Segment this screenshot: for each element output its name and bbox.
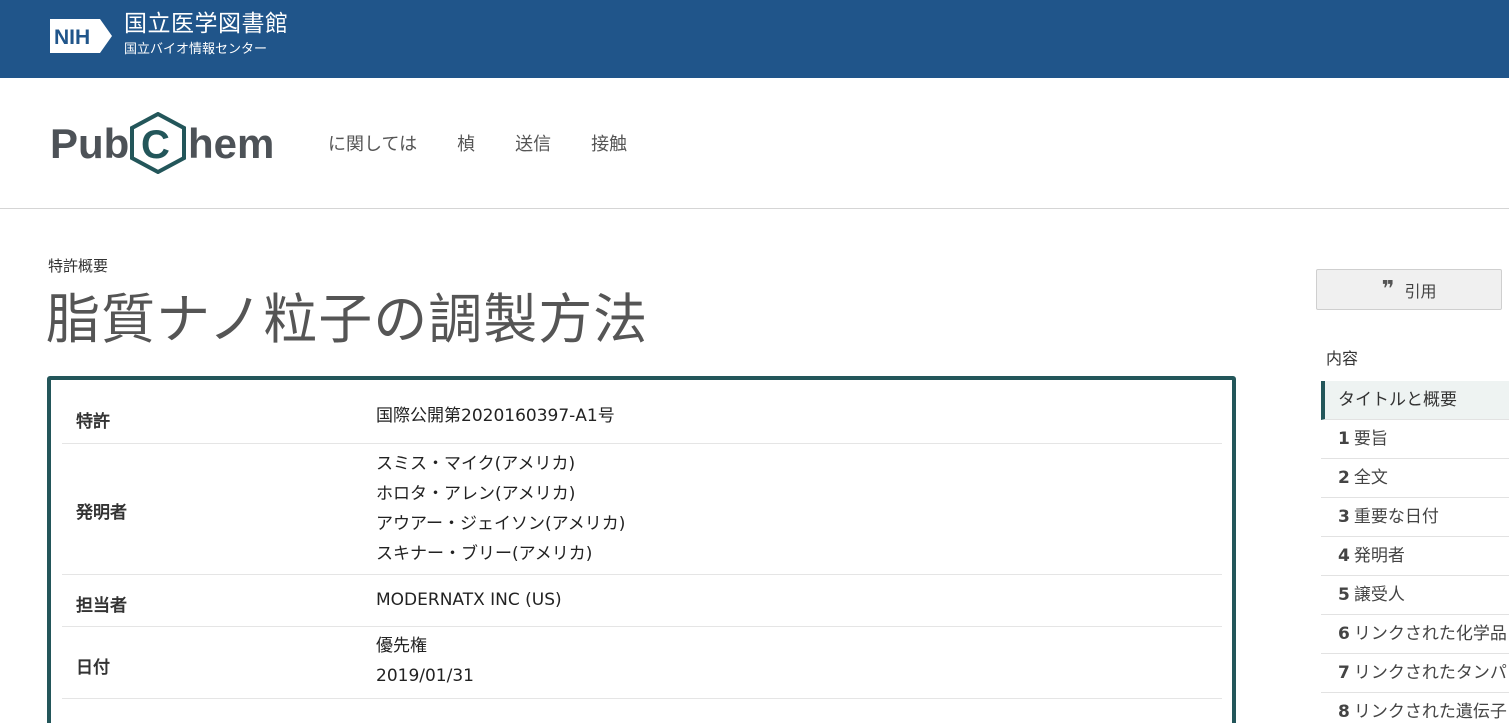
priority-date: 2019/01/31 xyxy=(376,666,474,686)
cite-button[interactable]: ❞ 引用 xyxy=(1316,269,1502,310)
toc-item-number: 6 xyxy=(1338,624,1350,644)
toc-item-number: 2 xyxy=(1338,468,1350,488)
assignee-value[interactable]: MODERNATX INC (US) xyxy=(376,585,562,615)
patent-label: 特許 xyxy=(76,412,110,432)
priority-label: 優先権 xyxy=(376,636,427,656)
inventor-name[interactable]: ホロタ・アレン(アメリカ) xyxy=(376,479,625,509)
assignee-label: 担当者 xyxy=(76,596,127,616)
toc-item-number: 4 xyxy=(1338,546,1350,566)
nih-banner: NIH 国立医学図書館 国立バイオ情報センター xyxy=(0,0,1509,78)
summary-row-inventors: 発明者 スミス・マイク(アメリカ) ホロタ・アレン(アメリカ) アウアー・ジェイ… xyxy=(62,444,1222,575)
toc-item-number: 3 xyxy=(1338,507,1350,527)
nav-item-2[interactable]: 楨 xyxy=(457,134,475,156)
pubchem-logo[interactable]: Pub C hem xyxy=(50,112,286,174)
toc-item-number: 8 xyxy=(1338,702,1350,722)
record-type-label: 特許概要 xyxy=(48,257,109,275)
toc-item-number: 1 xyxy=(1338,429,1350,449)
nav-about[interactable]: に関しては xyxy=(328,134,417,156)
main-nav: に関しては 楨 送信 接触 xyxy=(328,134,667,156)
toc-item-important-dates[interactable]: 3 重要な日付 xyxy=(1321,498,1509,537)
toc-item-number: 5 xyxy=(1338,585,1350,605)
inventor-name[interactable]: スキナー・ブリー(アメリカ) xyxy=(376,539,625,569)
svg-text:hem: hem xyxy=(188,120,274,167)
toc-item-label: リンクされた遺伝子 xyxy=(1353,702,1507,722)
dates-label: 日付 xyxy=(76,658,110,678)
toc-item-abstract[interactable]: 1 要旨 xyxy=(1321,420,1509,459)
table-of-contents: タイトルと概要 1 要旨 2 全文 3 重要な日付 4 発明者 5 譲受人 6 リンクされた… xyxy=(1321,381,1509,723)
nav-contact[interactable]: 接触 xyxy=(591,134,627,156)
toc-item-linked-genes[interactable]: 8 リンクされた遺伝子 xyxy=(1321,693,1509,723)
toc-item-linked-chemicals[interactable]: 6 リンクされた化学品 xyxy=(1321,615,1509,654)
pubchem-header: Pub C hem に関しては 楨 送信 接触 xyxy=(0,78,1509,209)
toc-item-inventors[interactable]: 4 発明者 xyxy=(1321,537,1509,576)
summary-row-patent: 特許 国際公開第2020160397-A1号 xyxy=(62,391,1222,444)
dates-values: 優先権 2019/01/31 xyxy=(376,631,474,691)
toc-item-number: 7 xyxy=(1338,663,1350,683)
toc-item-label: リンクされたタンパ xyxy=(1353,663,1507,683)
summary-row-assignee: 担当者 MODERNATX INC (US) xyxy=(62,575,1222,627)
patent-value[interactable]: 国際公開第2020160397-A1号 xyxy=(376,401,615,431)
svg-text:NIH: NIH xyxy=(54,26,90,49)
toc-item-linked-proteins[interactable]: 7 リンクされたタンパ xyxy=(1321,654,1509,693)
toc-item-label: 重要な日付 xyxy=(1353,507,1439,527)
inventor-name[interactable]: アウアー・ジェイソン(アメリカ) xyxy=(376,509,625,539)
cite-label: 引用 xyxy=(1404,281,1437,301)
toc-item-label: 発明者 xyxy=(1353,546,1405,566)
svg-text:C: C xyxy=(141,123,170,167)
toc-item-full-text[interactable]: 2 全文 xyxy=(1321,459,1509,498)
nih-logo[interactable]: NIH xyxy=(48,17,114,55)
toc-item-label: 全文 xyxy=(1353,468,1388,488)
toc-item-label: 譲受人 xyxy=(1353,585,1405,605)
toc-item-label: タイトルと概要 xyxy=(1338,390,1457,410)
toc-heading: 内容 xyxy=(1326,349,1359,368)
svg-text:Pub: Pub xyxy=(50,120,129,167)
inventor-name[interactable]: スミス・マイク(アメリカ) xyxy=(376,449,625,479)
toc-item-label: リンクされた化学品 xyxy=(1353,624,1507,644)
inventors-list: スミス・マイク(アメリカ) ホロタ・アレン(アメリカ) アウアー・ジェイソン(ア… xyxy=(376,449,625,569)
toc-item-title-summary[interactable]: タイトルと概要 xyxy=(1321,381,1509,420)
inventors-label: 発明者 xyxy=(76,503,127,523)
quote-icon: ❞ xyxy=(1381,276,1395,302)
page-title: 脂質ナノ粒子の調製方法 xyxy=(46,288,649,351)
nih-subtitle[interactable]: 国立バイオ情報センター xyxy=(124,41,267,58)
patent-summary-box: 特許 国際公開第2020160397-A1号 発明者 スミス・マイク(アメリカ)… xyxy=(47,376,1236,723)
summary-row-dates: 日付 優先権 2019/01/31 xyxy=(62,627,1222,699)
nav-submit[interactable]: 送信 xyxy=(515,134,551,156)
toc-item-assignees[interactable]: 5 譲受人 xyxy=(1321,576,1509,615)
nih-title[interactable]: 国立医学図書館 xyxy=(124,10,289,38)
toc-item-label: 要旨 xyxy=(1353,429,1388,449)
